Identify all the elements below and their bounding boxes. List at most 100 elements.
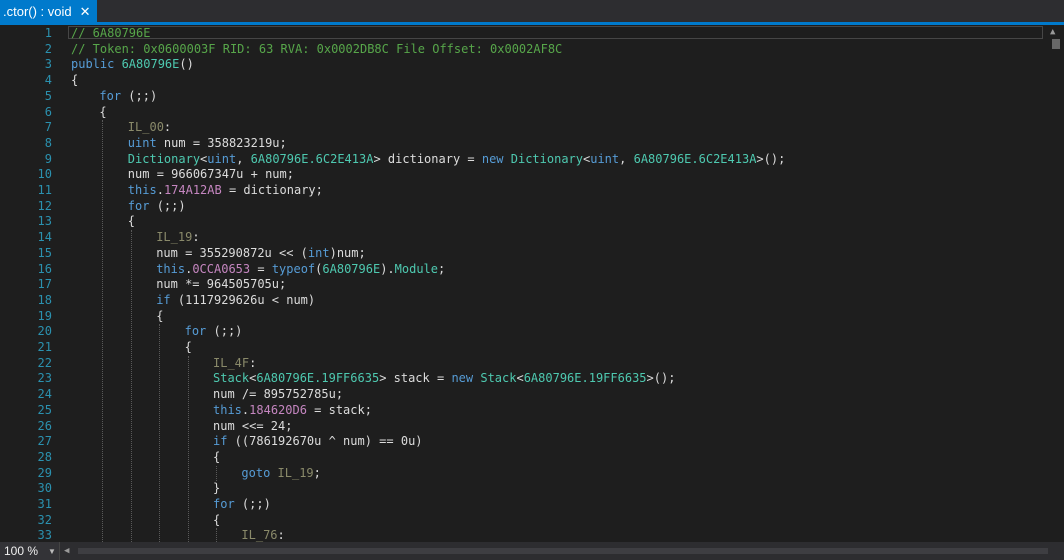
code-token: for (99, 88, 122, 103)
code-token: (1117929626u < num) (170, 292, 316, 307)
code-token: for (184, 324, 207, 339)
vertical-scrollbar[interactable]: ▲ (1047, 25, 1064, 542)
line-number: 3 (44, 57, 52, 72)
code-token: (;;) (121, 88, 158, 103)
code-token: ). (380, 261, 395, 276)
tab-ctor[interactable]: .ctor() : void ✕ (0, 0, 97, 22)
code-token: ((786192670u ^ num) == 0u) (227, 434, 423, 449)
code-line: this.174A12AB = dictionary; (128, 183, 323, 198)
horizontal-scrollbar[interactable] (78, 548, 1048, 554)
code-line: uint num = 358823219u; (128, 136, 287, 151)
indent-guide (102, 120, 104, 542)
code-token: // Token: 0x0600003F RID: 63 RVA: 0x0002… (71, 41, 563, 56)
line-number: 31 (37, 497, 52, 511)
line-number: 18 (37, 292, 52, 307)
code-line: { (213, 450, 220, 465)
code-token: < (516, 371, 524, 386)
code-token: this (127, 183, 157, 197)
code-token: , (236, 151, 251, 166)
code-token: 0CCA0653 (192, 261, 251, 276)
code-token: ; (438, 261, 446, 276)
code-line: IL_4F: (213, 356, 256, 371)
code-token: num /= 895752785u; (213, 387, 344, 402)
code-line: { (99, 105, 106, 120)
line-number: 16 (37, 261, 52, 276)
line-number: 9 (44, 151, 52, 166)
code-token: } (213, 481, 221, 496)
code-token: this (156, 261, 186, 276)
code-token: { (213, 449, 221, 464)
code-line: num *= 964505705u; (156, 277, 286, 292)
code-token: num = 355290872u << ( (156, 245, 308, 260)
code-token: for (127, 198, 150, 213)
code-line: for (;;) (128, 199, 186, 214)
code-token: this (213, 402, 242, 417)
code-token: for (213, 497, 235, 511)
line-number: 12 (37, 198, 52, 213)
code-token: IL_19 (156, 230, 193, 245)
code-token: uint (207, 151, 237, 166)
line-number: 4 (44, 73, 52, 88)
line-number: 11 (37, 183, 52, 197)
line-number: 30 (37, 481, 52, 496)
code-line: this.184620D6 = stack; (213, 403, 372, 418)
line-number: 27 (37, 434, 52, 449)
line-number: 25 (37, 402, 52, 417)
code-token: Dictionary (127, 151, 201, 166)
line-number: 15 (37, 245, 52, 260)
code-token: Stack (480, 371, 517, 386)
code-token: new (481, 151, 511, 166)
code-line: if (1117929626u < num) (156, 293, 315, 308)
code-token: , (619, 151, 634, 166)
code-token: 6A80796E (322, 261, 381, 276)
code-token: = stack; (306, 402, 372, 417)
code-token: 6A80796E.6C2E413A (250, 151, 374, 166)
code-token: Stack (213, 371, 250, 386)
code-token: public (71, 57, 122, 72)
code-token: : (192, 230, 200, 245)
code-token: goto (241, 465, 278, 480)
code-token: () (179, 57, 194, 72)
bottom-bar: 100 % ▼ ◀ (0, 542, 1064, 560)
code-area[interactable]: // 6A80796E // Token: 0x0600003F RID: 63 … (71, 25, 1047, 542)
code-line: // Token: 0x0600003F RID: 63 RVA: 0x0002… (71, 42, 562, 57)
code-token: )num; (329, 245, 366, 260)
code-token: 174A12AB (163, 183, 222, 197)
code-token: Dictionary (510, 151, 583, 166)
line-number: 7 (44, 120, 52, 135)
code-line: { (213, 513, 220, 528)
line-number: 13 (37, 214, 52, 229)
line-number-gutter: 1 2 3 4 5 6 7 8 9 10 11 12 13 14 15 16 17 18 19 20 21 22 23 24 2… (0, 25, 56, 542)
indent-guide (216, 465, 217, 482)
close-icon[interactable]: ✕ (80, 5, 91, 18)
code-token: : (277, 528, 285, 542)
code-token: int (307, 245, 330, 260)
code-token: IL_19 (277, 465, 314, 480)
code-token: ; (313, 465, 321, 480)
code-token: 6A80796E.19FF6635 (523, 371, 647, 386)
line-number: 6 (44, 104, 52, 119)
code-token: >(); (646, 371, 676, 386)
zoom-dropdown[interactable]: 100 % ▼ (0, 542, 60, 560)
code-line: num = 355290872u << (int)num; (156, 246, 366, 261)
code-line: num = 966067347u + num; (128, 167, 294, 182)
code-token: : (163, 120, 172, 135)
code-line: // 6A80796E (71, 26, 150, 41)
code-token: num <<= 24; (213, 418, 293, 433)
line-number: 23 (37, 371, 52, 386)
zoom-value: 100 % (4, 544, 39, 558)
line-number: 17 (37, 277, 52, 292)
scroll-left-icon[interactable]: ◀ (64, 546, 69, 556)
code-line: num /= 895752785u; (213, 387, 343, 402)
code-line: for (;;) (185, 324, 243, 339)
scroll-up-icon[interactable]: ▲ (1050, 27, 1055, 37)
code-line: IL_00: (128, 120, 171, 135)
code-token: { (99, 104, 107, 119)
code-token: IL_4F (213, 355, 250, 370)
code-line: Stack<6A80796E.19FF6635> stack = new Sta… (213, 371, 675, 386)
indent-guide (187, 355, 189, 542)
code-editor[interactable]: 1 2 3 4 5 6 7 8 9 10 11 12 13 14 15 16 17 18 19 20 21 22 23 24 2… (0, 25, 1047, 542)
code-token: 184620D6 (249, 402, 307, 417)
scrollbar-thumb[interactable] (1052, 39, 1060, 49)
tab-title: .ctor() : void (3, 3, 72, 19)
